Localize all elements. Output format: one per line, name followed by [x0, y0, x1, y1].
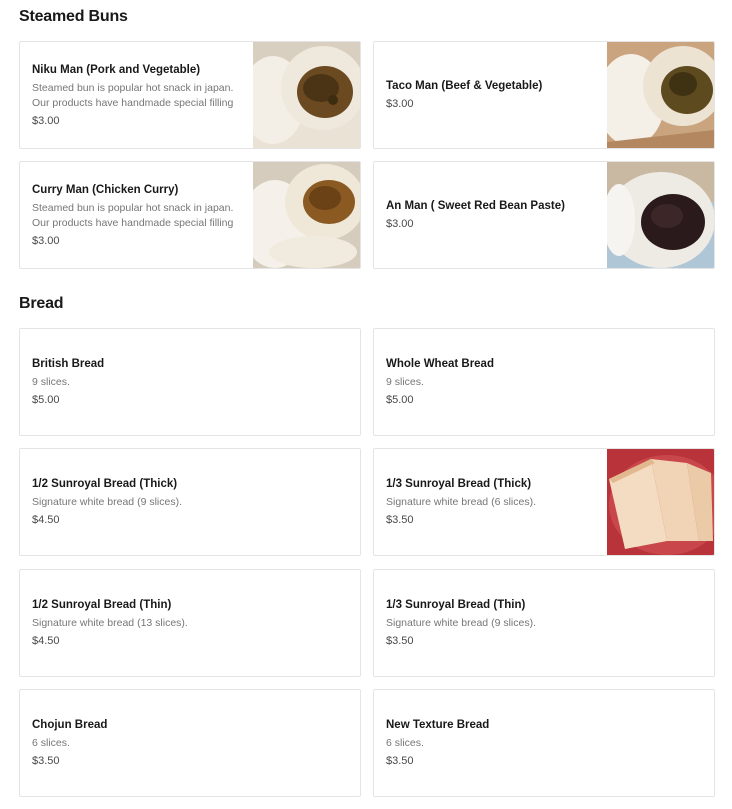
item-name: Curry Man (Chicken Curry) [32, 183, 179, 196]
item-price: $3.00 [32, 114, 60, 127]
item-name: Niku Man (Pork and Vegetable) [32, 63, 201, 76]
item-price: $4.50 [32, 635, 60, 647]
item-price: $3.50 [386, 514, 414, 526]
item-description: 6 slices. [386, 737, 424, 749]
menu-item-card[interactable]: Whole Wheat Bread 9 slices. $5.00 [373, 328, 715, 436]
item-description: Signature white bread (9 slices). [32, 496, 182, 508]
menu-item-card[interactable]: 1/2 Sunroyal Bread (Thin) Signature whit… [19, 569, 361, 677]
item-price: $3.00 [32, 234, 60, 247]
item-name: 1/3 Sunroyal Bread (Thin) [386, 599, 526, 611]
item-price: $3.00 [386, 98, 414, 110]
item-description: 6 slices. [32, 737, 70, 749]
item-description: 9 slices. [386, 376, 424, 388]
item-name: Whole Wheat Bread [386, 358, 494, 370]
bread-slices-photo [607, 449, 714, 555]
item-name: 1/2 Sunroyal Bread (Thick) [32, 478, 178, 490]
item-description: Signature white bread (9 slices). [386, 617, 536, 629]
item-price: $5.00 [32, 394, 60, 406]
bun-redbean-photo [607, 162, 714, 268]
bun-meat-photo [253, 42, 360, 148]
item-price: $3.50 [386, 635, 414, 647]
menu-item-card[interactable]: 1/2 Sunroyal Bread (Thick) Signature whi… [19, 448, 361, 556]
item-name: British Bread [32, 358, 105, 370]
menu-item-card[interactable]: British Bread 9 slices. $5.00 [19, 328, 361, 436]
menu-item-card[interactable]: Niku Man (Pork and Vegetable) Steamed bu… [19, 41, 361, 149]
bun-curry-photo [253, 162, 360, 268]
item-price: $5.00 [386, 394, 414, 406]
menu-item-card[interactable]: 1/3 Sunroyal Bread (Thin) Signature whit… [373, 569, 715, 677]
item-price: $3.50 [386, 755, 414, 767]
item-price: $3.50 [32, 755, 60, 767]
item-name: Taco Man (Beef & Vegetable) [386, 80, 543, 92]
item-name: Chojun Bread [32, 719, 108, 731]
item-description: Signature white bread (13 slices). [32, 617, 188, 629]
item-description: 9 slices. [32, 376, 70, 388]
item-price: $4.50 [32, 514, 60, 526]
item-description: Signature white bread (6 slices). [386, 496, 536, 508]
menu-item-card[interactable]: 1/3 Sunroyal Bread (Thick) Signature whi… [373, 448, 715, 556]
section-title-bread: Bread [19, 295, 64, 312]
item-description: Steamed bun is popular hot snack in japa… [32, 81, 234, 109]
menu-item-card[interactable]: Taco Man (Beef & Vegetable) $3.00 [373, 41, 715, 149]
item-name: 1/2 Sunroyal Bread (Thin) [32, 599, 172, 611]
item-description: Steamed bun is popular hot snack in japa… [32, 201, 234, 229]
menu-item-card[interactable]: New Texture Bread 6 slices. $3.50 [373, 689, 715, 797]
menu-page: Steamed Buns Niku Man (Pork and Vegetabl… [0, 0, 732, 809]
item-name: An Man ( Sweet Red Bean Paste) [386, 200, 565, 212]
item-name: New Texture Bread [386, 719, 490, 731]
menu-item-card[interactable]: Curry Man (Chicken Curry) Steamed bun is… [19, 161, 361, 269]
section-title-steamed-buns: Steamed Buns [19, 8, 128, 25]
menu-item-card[interactable]: An Man ( Sweet Red Bean Paste) $3.00 [373, 161, 715, 269]
bun-meat-photo [607, 42, 714, 148]
item-price: $3.00 [386, 218, 414, 230]
item-name: 1/3 Sunroyal Bread (Thick) [386, 478, 532, 490]
menu-item-card[interactable]: Chojun Bread 6 slices. $3.50 [19, 689, 361, 797]
